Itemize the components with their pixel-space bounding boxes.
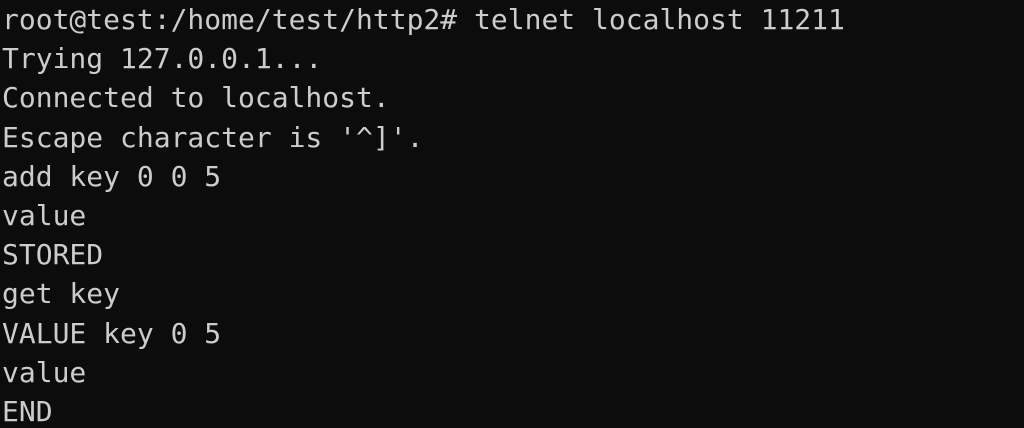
output-line: Trying 127.0.0.1... [2,42,323,76]
prompt-command-line: root@test:/home/test/http2# telnet local… [2,3,845,36]
output-line: END [2,394,53,428]
input-line: add key 0 0 5 [2,159,222,193]
input-line: value [2,198,87,232]
terminal-window[interactable]: root@test:/home/test/http2# telnet local… [0,0,1024,428]
output-line: STORED [2,238,104,272]
output-line: VALUE key 0 5 [2,316,222,350]
output-line: value [2,355,87,389]
output-line: Escape character is '^]'. [2,120,424,154]
input-line: get key [2,277,121,311]
output-line: Connected to localhost. [2,81,390,115]
